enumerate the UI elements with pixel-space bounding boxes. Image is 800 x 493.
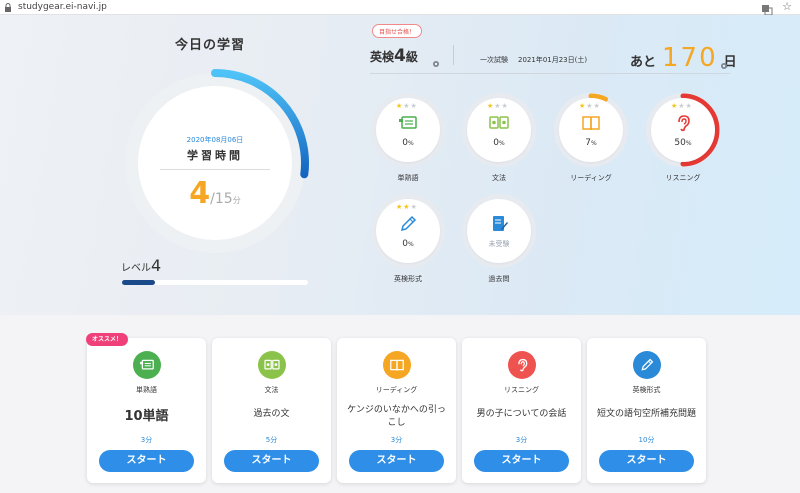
skill-reading[interactable]: ★★★ 7%	[553, 92, 629, 168]
exam-grade: 4	[394, 46, 406, 66]
lesson-card-reading: リーディング ケンジのいなかへの引っこし 3分 スタート	[337, 338, 456, 483]
exam-date-info: 一次試験 2021年01月23日(土)	[480, 55, 587, 65]
exam-underline	[370, 73, 730, 74]
skill-percent: 0%	[402, 138, 414, 148]
divider	[160, 169, 270, 170]
card-category: 英検形式	[632, 386, 661, 394]
card-title: 10単語	[124, 409, 169, 424]
countdown-prefix: あと	[630, 55, 657, 70]
today-title: 今日の学習	[175, 38, 246, 53]
url-text: studygear.ei-navi.jp	[18, 2, 107, 12]
level-progress-bar	[122, 280, 308, 285]
exam-name: 英検4級	[370, 46, 418, 66]
minutes-done: 4	[189, 176, 211, 211]
skill-label-listening: リスニング	[665, 174, 701, 182]
card-category: 文法	[264, 386, 279, 394]
exam-date: 2021年01月23日(土)	[518, 56, 588, 64]
card-title: ケンジのいなかへの引っこし	[347, 405, 446, 428]
card-category: 単熟語	[136, 386, 157, 394]
lesson-card-vocabulary: 単熟語 10単語 3分 スタート	[87, 338, 206, 483]
study-time-value: 4/15分	[138, 176, 292, 211]
past-exam-status: 未受験	[488, 240, 510, 248]
skill-percent: 7%	[585, 138, 597, 148]
vocab-card-icon	[133, 351, 161, 379]
exam-separator	[453, 45, 454, 65]
translate-icon[interactable]	[761, 1, 773, 16]
level-progress-fill	[122, 280, 156, 285]
study-time-label: 学習時間	[187, 149, 243, 162]
card-minutes: 3分	[515, 436, 528, 444]
start-button[interactable]: スタート	[349, 450, 444, 472]
start-button[interactable]: スタート	[599, 450, 694, 472]
skill-percent: 0%	[493, 138, 505, 148]
exam-grade-suffix: 級	[405, 50, 418, 64]
skill-label-grammar: 文法	[492, 174, 506, 182]
grammar-cards-icon	[258, 351, 286, 379]
level-value: 4	[151, 256, 162, 275]
lesson-card-eiken-format: 英検形式 短文の語句空所補充問題 10分 スタート	[587, 338, 706, 483]
lesson-card-listening: リスニング 男の子についての会話 3分 スタート	[462, 338, 581, 483]
skill-label-eiken-format: 英検形式	[394, 275, 422, 283]
start-button[interactable]: スタート	[224, 450, 319, 472]
document-edit-icon	[489, 215, 509, 233]
minutes-goal: 15	[214, 191, 233, 207]
card-minutes: 5分	[265, 436, 278, 444]
card-minutes: 3分	[140, 436, 153, 444]
skill-label-vocabulary: 単熟語	[397, 174, 419, 182]
level-label: レベル	[121, 263, 151, 274]
card-title: 過去の文	[253, 409, 290, 419]
skill-stars: ★★★	[579, 102, 601, 110]
browser-address-bar[interactable]: studygear.ei-navi.jp ☆	[0, 0, 800, 16]
pencil-icon	[633, 351, 661, 379]
card-minutes: 10分	[638, 436, 655, 444]
skill-vocabulary[interactable]: ★★★ 0%	[370, 92, 446, 168]
lock-icon	[3, 2, 13, 12]
lesson-card-grammar: 文法 過去の文 5分 スタート	[212, 338, 331, 483]
skill-grammar[interactable]: ★★★ 0%	[461, 92, 537, 168]
vocab-card-icon	[398, 114, 418, 132]
countdown-settings-gear-icon[interactable]	[720, 55, 728, 69]
ear-icon	[673, 114, 693, 132]
level-indicator: レベル4	[121, 256, 161, 275]
skill-listening[interactable]: ★★★ 50%	[645, 92, 721, 168]
skill-stars: ★★★	[396, 203, 418, 211]
goal-badge: 目指せ合格！	[372, 24, 423, 38]
recommend-badge: オススメ！	[86, 333, 129, 346]
start-button[interactable]: スタート	[99, 450, 194, 472]
card-title: 短文の語句空所補充問題	[596, 409, 696, 419]
card-minutes: 3分	[390, 436, 403, 444]
exam-name-text: 英検	[370, 50, 395, 64]
study-time-ring: 2020年08月06日 学習時間 4/15分	[118, 66, 312, 260]
book-icon	[581, 114, 601, 132]
skill-label-reading: リーディング	[570, 174, 612, 182]
book-icon	[383, 351, 411, 379]
skill-label-past-exams: 過去問	[488, 275, 510, 283]
card-title: 男の子についての会話	[476, 409, 567, 419]
skill-stars: ★★★	[671, 102, 693, 110]
minutes-unit: 分	[232, 196, 241, 205]
skill-past-exams[interactable]: 未受験	[461, 193, 537, 269]
study-time-panel: 2020年08月06日 学習時間 4/15分	[138, 86, 292, 240]
card-category: リーディング	[375, 386, 418, 394]
bookmark-star-icon[interactable]: ☆	[782, 0, 792, 13]
skill-percent: 0%	[402, 239, 414, 249]
study-date: 2020年08月06日	[186, 136, 244, 144]
skill-percent: 50%	[674, 138, 692, 148]
ear-icon	[508, 351, 536, 379]
card-category: リスニング	[504, 386, 539, 394]
skill-eiken-format[interactable]: ★★★ 0%	[370, 193, 446, 269]
skill-stars: ★★★	[487, 102, 509, 110]
grammar-cards-icon	[489, 114, 509, 132]
start-button[interactable]: スタート	[474, 450, 569, 472]
exam-type: 一次試験	[480, 56, 508, 64]
exam-settings-gear-icon[interactable]	[432, 53, 440, 67]
pencil-icon	[398, 215, 418, 233]
skill-stars: ★★★	[396, 102, 418, 110]
countdown-days: 170	[662, 43, 718, 73]
